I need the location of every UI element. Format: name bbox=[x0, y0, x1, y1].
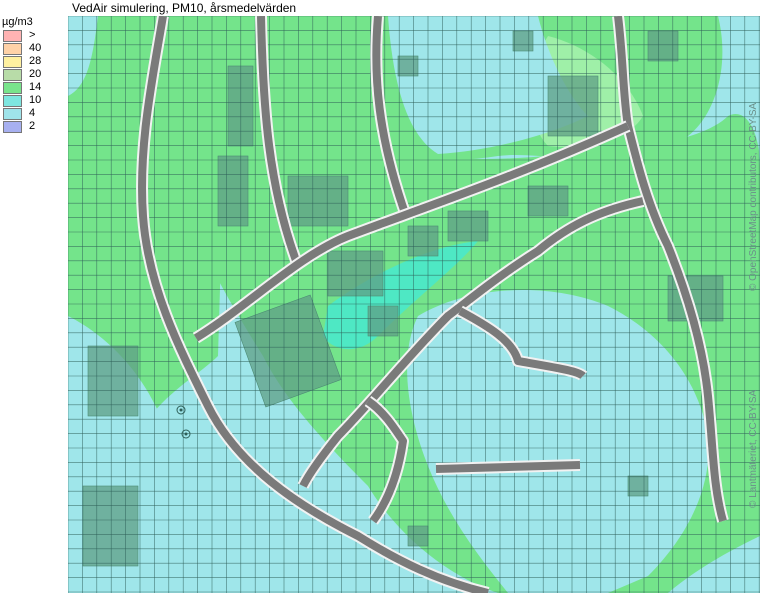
legend-swatch bbox=[3, 95, 22, 107]
road-cul-de-sac bbox=[435, 459, 581, 475]
marker-dot bbox=[179, 408, 183, 412]
legend-label: 40 bbox=[29, 42, 42, 54]
building bbox=[287, 175, 349, 227]
marker-dot bbox=[184, 432, 188, 436]
building bbox=[407, 225, 439, 257]
building bbox=[447, 210, 489, 242]
building bbox=[627, 475, 649, 497]
building bbox=[367, 305, 399, 337]
legend-label: 20 bbox=[29, 68, 42, 80]
legend-swatch bbox=[3, 121, 22, 133]
map-title: VedAir simulering, PM10, årsmedelvärden bbox=[72, 1, 297, 15]
credit-osm: © OpenStreetMap contributors, CC-BY-SA bbox=[748, 102, 759, 291]
map-canvas[interactable]: © OpenStreetMap contributors, CC-BY-SA ©… bbox=[68, 16, 760, 593]
legend-label: 2 bbox=[29, 120, 36, 132]
building bbox=[512, 30, 534, 52]
legend-label: 10 bbox=[29, 94, 42, 106]
building bbox=[407, 525, 429, 547]
building bbox=[82, 485, 139, 567]
legend-swatch bbox=[3, 56, 22, 68]
building bbox=[527, 185, 569, 217]
legend-swatch bbox=[3, 108, 22, 120]
building bbox=[647, 30, 679, 62]
map-svg bbox=[68, 16, 760, 593]
legend-swatch bbox=[3, 69, 22, 81]
legend-label: 14 bbox=[29, 81, 42, 93]
legend-label: > bbox=[29, 29, 36, 41]
building bbox=[327, 250, 384, 297]
legend-class-2: 2 bbox=[3, 120, 63, 134]
legend-swatch bbox=[3, 82, 22, 94]
building bbox=[217, 155, 249, 227]
credit-lantmateriet: © Lantmäteriet, CC-BY-SA bbox=[748, 389, 759, 508]
legend-swatch bbox=[3, 30, 22, 42]
legend-swatch bbox=[3, 43, 22, 55]
building bbox=[547, 75, 599, 137]
building bbox=[87, 345, 139, 417]
legend-unit: µg/m3 bbox=[2, 16, 33, 28]
legend-label: 28 bbox=[29, 55, 42, 67]
legend-label: 4 bbox=[29, 107, 36, 119]
